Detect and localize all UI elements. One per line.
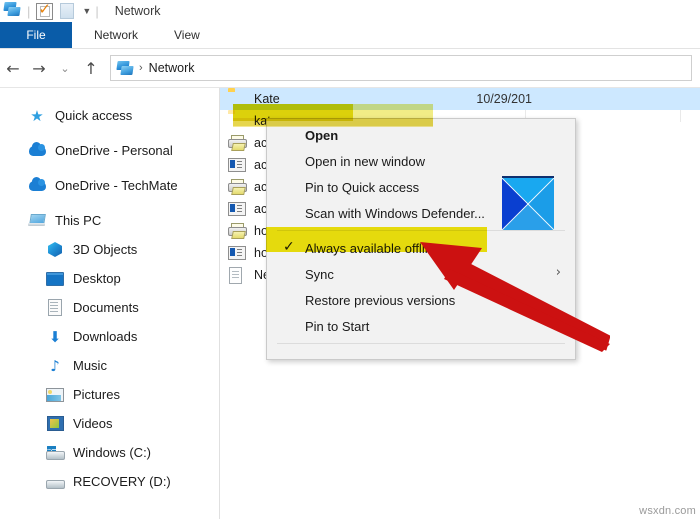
menu-item-open-in-new-window[interactable]: Open in new window xyxy=(267,148,575,174)
address-network-icon xyxy=(116,60,134,76)
sidebar-item-3d-objects[interactable]: 3D Objects xyxy=(0,235,219,264)
sidebar-item-onedrive-personal[interactable]: OneDrive - Personal xyxy=(0,136,219,165)
menu-item-label: Open in new window xyxy=(305,153,425,169)
save-icon[interactable] xyxy=(36,1,54,20)
tab-view[interactable]: View xyxy=(160,22,214,48)
star-icon: ★ xyxy=(30,106,44,125)
recent-locations-button[interactable]: ⌄ xyxy=(52,55,78,81)
folder-pale-icon xyxy=(228,113,246,130)
titlebar-divider-2: | xyxy=(95,3,99,19)
sidebar-item-label: RECOVERY (D:) xyxy=(73,474,171,489)
music-icon: ♪ xyxy=(50,356,60,375)
videos-icon xyxy=(46,415,64,433)
watermark: wsxdn.com xyxy=(639,505,696,517)
address-input[interactable]: › Network xyxy=(110,55,692,81)
folder-icon xyxy=(228,91,246,108)
address-bar-row: ← → ⌄ ↑ › Network xyxy=(0,49,700,88)
menu-item-open[interactable]: Open xyxy=(267,122,575,148)
chevron-right-icon: › xyxy=(555,265,561,280)
sidebar-item-this-pc[interactable]: This PC xyxy=(0,206,219,235)
share-icon xyxy=(228,157,246,174)
back-button[interactable]: ← xyxy=(0,55,26,81)
tab-network[interactable]: Network xyxy=(72,22,160,48)
file-explorer-window: | ▼ | Network File Network View ← → ⌄ ↑ … xyxy=(0,0,700,519)
sidebar-item-label: Pictures xyxy=(73,387,120,402)
window-network-icon xyxy=(3,1,23,21)
breadcrumb-separator-icon: › xyxy=(139,62,143,74)
menu-item-label: Always available offline xyxy=(305,240,440,256)
menu-item-label: Restore previous versions xyxy=(305,292,456,308)
menu-item-pin-to-start[interactable]: Pin to Start xyxy=(267,313,575,339)
sidebar-item-windows-c[interactable]: Windows (C:) xyxy=(0,438,219,467)
tab-file[interactable]: File xyxy=(0,22,72,48)
sidebar-item-music[interactable]: ♪ Music xyxy=(0,351,219,380)
menu-item-restore-previous-versions[interactable]: Restore previous versions xyxy=(267,287,575,313)
share-icon xyxy=(228,245,246,262)
window-title: Network xyxy=(114,4,161,18)
sidebar-item-label: Downloads xyxy=(73,329,138,344)
sidebar-item-label: 3D Objects xyxy=(73,242,138,257)
sidebar-item-label: Documents xyxy=(73,300,139,315)
sidebar-item-label: This PC xyxy=(55,213,102,228)
forward-button[interactable]: → xyxy=(26,55,52,81)
share-icon xyxy=(228,201,246,218)
up-button[interactable]: ↑ xyxy=(78,55,104,81)
menu-item-label: Scan with Windows Defender... xyxy=(305,205,485,221)
menu-item-always-available-offline[interactable]: ✓ Always available offline xyxy=(267,235,575,261)
title-bar: | ▼ | Network xyxy=(0,0,700,22)
busy-cursor-icon xyxy=(502,176,554,230)
menu-separator xyxy=(277,230,565,231)
menu-item-label: Pin to Start xyxy=(305,318,370,334)
sidebar-item-onedrive-techmate[interactable]: OneDrive - TechMate xyxy=(0,171,219,200)
sidebar-item-pictures[interactable]: Pictures xyxy=(0,380,219,409)
sidebar-item-label: Videos xyxy=(73,416,113,431)
sidebar-item-label: Windows (C:) xyxy=(73,445,152,460)
sidebar-item-label: Desktop xyxy=(73,271,121,286)
drive-icon xyxy=(46,473,65,491)
menu-separator xyxy=(277,343,565,344)
table-row[interactable]: Kate 10/29/201 xyxy=(220,88,700,110)
menu-item-label: Sync xyxy=(305,266,334,282)
menu-item-sync[interactable]: Sync › xyxy=(267,261,575,287)
titlebar-divider-1: | xyxy=(27,3,31,19)
menu-item-label: Open xyxy=(305,127,339,143)
sidebar-item-label: OneDrive - Personal xyxy=(55,143,173,158)
document-icon xyxy=(228,266,246,284)
sidebar-item-desktop[interactable]: Desktop xyxy=(0,264,219,293)
navigation-pane: ★ Quick access OneDrive - Personal OneDr… xyxy=(0,88,220,519)
sidebar-item-recovery-d[interactable]: RECOVERY (D:) xyxy=(0,467,219,496)
this-pc-icon xyxy=(28,212,46,230)
context-menu: Open Open in new window Pin to Quick acc… xyxy=(266,118,576,360)
file-date: 10/29/201 xyxy=(476,92,532,106)
printer-icon xyxy=(228,178,247,196)
pictures-icon xyxy=(46,386,64,404)
desktop-icon xyxy=(46,270,64,288)
ribbon-tab-strip: File Network View xyxy=(0,22,700,49)
sidebar-item-label: Quick access xyxy=(55,108,133,123)
menu-item-label: Pin to Quick access xyxy=(305,179,420,195)
sidebar-item-label: Music xyxy=(73,358,107,373)
printer-icon xyxy=(228,222,247,240)
properties-folder-icon[interactable] xyxy=(60,3,75,19)
sidebar-item-downloads[interactable]: ⬇ Downloads xyxy=(0,322,219,351)
sidebar-item-quick-access[interactable]: ★ Quick access xyxy=(0,101,219,130)
downloads-icon: ⬇ xyxy=(48,327,62,346)
3d-objects-icon xyxy=(46,241,64,259)
sidebar-item-documents[interactable]: Documents xyxy=(0,293,219,322)
windows-drive-icon xyxy=(46,444,65,462)
sidebar-item-videos[interactable]: Videos xyxy=(0,409,219,438)
file-name: Kate xyxy=(254,92,280,106)
customize-quick-access-caret-icon[interactable]: ▼ xyxy=(82,6,91,16)
cloud-icon xyxy=(28,141,46,160)
sidebar-item-label: OneDrive - TechMate xyxy=(55,178,178,193)
breadcrumb-path: Network xyxy=(148,61,195,75)
check-icon: ✓ xyxy=(283,239,295,255)
documents-icon xyxy=(46,299,64,317)
cloud-icon xyxy=(28,176,46,195)
printer-icon xyxy=(228,134,247,152)
